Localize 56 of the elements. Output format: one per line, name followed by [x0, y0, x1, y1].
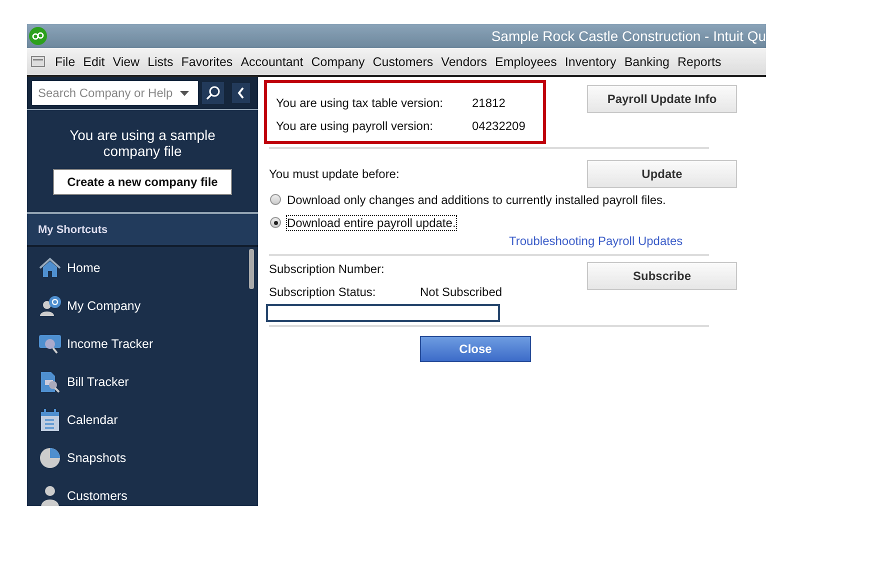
menu-item[interactable]: Customers: [368, 54, 438, 68]
person-icon: [38, 484, 62, 506]
troubleshooting-link[interactable]: Troubleshooting Payroll Updates: [509, 234, 683, 248]
scrollbar[interactable]: [249, 249, 254, 289]
shortcut-item[interactable]: Income Tracker: [27, 325, 258, 363]
menu-item[interactable]: Company: [307, 54, 369, 68]
search-icon: [205, 85, 221, 101]
version-label: You are using payroll version:: [276, 118, 434, 132]
calendar-icon: [38, 408, 62, 432]
chat-magnifier-icon: [38, 332, 62, 356]
sample-notice: You are using a sample company file: [68, 127, 216, 159]
collapse-button[interactable]: [232, 83, 250, 103]
version-label: You are using tax table version:: [276, 96, 444, 110]
pie-chart-icon: [38, 446, 62, 470]
search-button[interactable]: [202, 82, 224, 104]
menu-item[interactable]: Reports: [674, 54, 726, 68]
menu-item[interactable]: Accountant: [236, 54, 308, 68]
update-button[interactable]: Update: [587, 160, 737, 188]
version-value: 21812: [472, 96, 506, 110]
document-magnifier-icon: [38, 370, 62, 394]
version-value: 04232209: [472, 118, 526, 132]
payroll-update-info-button[interactable]: Payroll Update Info: [587, 85, 737, 113]
logo-icon: [29, 27, 47, 45]
menu-item[interactable]: Lists: [144, 54, 178, 68]
menu-item[interactable]: File: [51, 54, 80, 68]
section-title: My Shortcuts: [38, 224, 108, 236]
window-title: Sample Rock Castle Construction - Intuit Qu: [491, 28, 766, 44]
menu-item[interactable]: Favorites: [177, 54, 237, 68]
subscription-status-label: Subscription Status:: [269, 285, 377, 299]
shortcut-item[interactable]: Snapshots: [27, 439, 258, 477]
shortcut-item[interactable]: My Company: [27, 287, 258, 325]
create-company-button[interactable]: Create a new company file: [53, 169, 232, 195]
subscription-input-field[interactable]: [266, 304, 500, 322]
dropdown-caret-icon[interactable]: [180, 90, 189, 96]
person-badge-icon: [38, 294, 62, 318]
menu-item[interactable]: Employees: [491, 54, 561, 68]
subscribe-button[interactable]: Subscribe: [587, 262, 737, 290]
radio-option[interactable]: Download entire payroll update.: [270, 211, 738, 234]
menu-item[interactable]: View: [108, 54, 144, 68]
menu-item[interactable]: Vendors: [437, 54, 492, 68]
shortcut-item[interactable]: Customers: [27, 477, 258, 506]
menu-item[interactable]: Inventory: [560, 54, 620, 68]
radio-option[interactable]: Download only changes and additions to currently installed payroll files.: [270, 188, 738, 211]
menu-item[interactable]: Banking: [620, 54, 674, 68]
close-button[interactable]: Close: [420, 336, 531, 362]
chevron-left-icon: [237, 87, 245, 99]
shortcut-item[interactable]: Calendar: [27, 401, 258, 439]
update-deadline-label: You must update before:: [269, 167, 400, 181]
window-menu-icon[interactable]: [31, 56, 45, 67]
shortcut-item[interactable]: Bill Tracker: [27, 363, 258, 401]
house-icon: [38, 256, 62, 280]
shortcut-item[interactable]: Home: [27, 249, 258, 287]
search-field[interactable]: Search Company or Help: [32, 81, 198, 105]
menu-item[interactable]: Edit: [79, 54, 109, 68]
subscription-number-label: Subscription Number:: [269, 262, 386, 276]
subscription-status: Not Subscribed: [420, 285, 502, 299]
